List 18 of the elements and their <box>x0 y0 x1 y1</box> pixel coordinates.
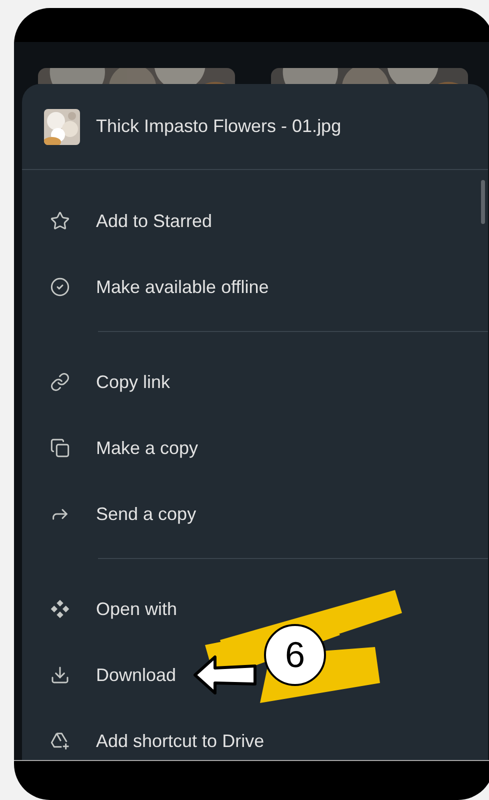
download-icon <box>50 665 70 685</box>
menu-item[interactable]: Copy link <box>22 349 174 415</box>
copy-icon <box>50 438 70 458</box>
file-title: Thick Impasto Flowers - 01.jpg <box>96 115 342 138</box>
star-icon <box>50 211 70 231</box>
menu-item[interactable]: Download <box>22 642 180 708</box>
menu-item[interactable]: Add to Starred <box>22 188 216 254</box>
menu-item[interactable]: Make available offline <box>22 254 273 320</box>
scrollbar <box>481 180 485 224</box>
pointer-arrow <box>193 655 257 695</box>
menu-item[interactable]: Make a copy <box>22 415 202 481</box>
menu-item[interactable]: Open with <box>22 576 182 642</box>
menu-item[interactable]: Send a copy <box>22 481 200 547</box>
four-diamonds-icon <box>50 599 70 619</box>
link-icon <box>50 372 70 392</box>
drive-add-icon <box>50 731 70 751</box>
menu-item[interactable]: Add shortcut to Drive <box>22 708 268 760</box>
check-circle-icon <box>50 277 70 297</box>
